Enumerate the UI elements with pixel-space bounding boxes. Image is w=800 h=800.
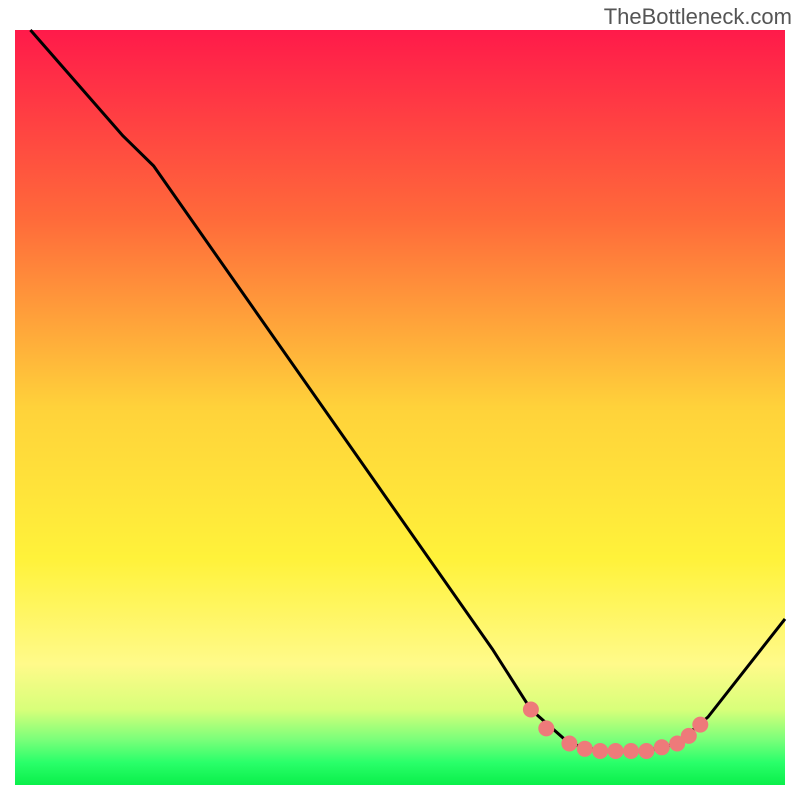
curve-marker — [523, 702, 539, 718]
curve-marker — [623, 743, 639, 759]
bottleneck-chart — [0, 0, 800, 800]
curve-marker — [561, 736, 577, 752]
curve-marker — [692, 717, 708, 733]
curve-marker — [577, 741, 593, 757]
watermark-text: TheBottleneck.com — [604, 4, 792, 30]
chart-container: TheBottleneck.com — [0, 0, 800, 800]
curve-marker — [592, 743, 608, 759]
curve-marker — [608, 743, 624, 759]
curve-marker — [681, 728, 697, 744]
curve-marker — [654, 739, 670, 755]
curve-marker — [638, 743, 654, 759]
curve-marker — [538, 720, 554, 736]
